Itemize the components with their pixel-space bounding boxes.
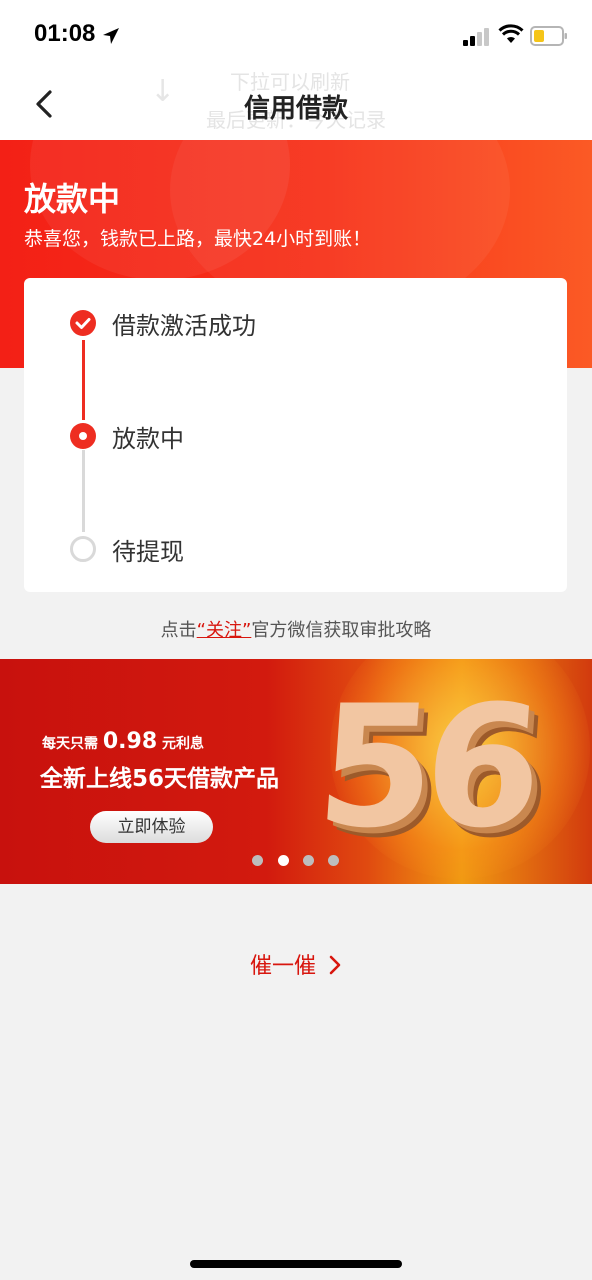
follow-link[interactable]: “关注” <box>197 620 252 641</box>
progress-card: 借款激活成功 放款中 待提现 <box>24 278 567 592</box>
battery-icon <box>530 26 567 46</box>
check-icon <box>70 310 96 336</box>
banner-headline: 全新上线56天借款产品 <box>40 766 280 792</box>
pending-step-icon <box>70 536 96 562</box>
step-label: 借款激活成功 <box>112 312 256 340</box>
step-label: 放款中 <box>112 425 184 453</box>
step-activated: 借款激活成功 <box>70 304 510 344</box>
wifi-icon <box>498 24 524 43</box>
progress-line-done <box>82 340 85 420</box>
carousel-dots <box>252 855 352 867</box>
banner-interest-value: 0.98 <box>102 729 158 754</box>
carousel-dot[interactable] <box>328 855 339 866</box>
location-arrow-icon <box>103 28 119 44</box>
carousel-dot-active[interactable] <box>278 855 289 866</box>
banner-big-number: 56 <box>311 669 539 865</box>
step-pending-withdraw: 待提现 <box>70 530 510 570</box>
try-now-button[interactable]: 立即体验 <box>90 811 213 843</box>
banner-interest-suffix: 元利息 <box>162 736 205 752</box>
page-title: 信用借款 <box>243 94 348 124</box>
banner-interest-prefix: 每天只需 <box>42 736 98 752</box>
loan-status-subtitle: 恭喜您，钱款已上路，最快24小时到账！ <box>24 228 372 250</box>
loan-status-title: 放款中 <box>24 180 121 218</box>
urge-button[interactable]: 催一催 <box>250 948 316 982</box>
banner-interest-text: 每天只需 0.98 元利息 <box>42 729 204 754</box>
carousel-dot[interactable] <box>303 855 314 866</box>
status-bar: 01:08 <box>0 0 592 66</box>
progress-line-pending <box>82 450 85 532</box>
status-time: 01:08 <box>34 20 96 47</box>
current-step-icon <box>70 423 96 449</box>
step-label: 待提现 <box>112 538 184 566</box>
follow-wechat-tip: 点击“关注”官方微信获取审批攻略 <box>0 616 592 642</box>
promo-banner[interactable]: 56 每天只需 0.98 元利息 全新上线56天借款产品 立即体验 <box>0 659 592 884</box>
nav-bar: ↓ 下拉可以刷新 最后更新：今天记录 信用借款 <box>0 66 592 140</box>
home-indicator[interactable] <box>190 1260 402 1268</box>
cellular-signal-icon <box>463 28 489 46</box>
follow-tip-prefix: 点击 <box>160 620 197 641</box>
chevron-right-icon[interactable] <box>326 952 344 978</box>
carousel-dot[interactable] <box>252 855 263 866</box>
follow-tip-suffix: 官方微信获取审批攻略 <box>251 620 432 641</box>
step-disbursing: 放款中 <box>70 417 510 457</box>
